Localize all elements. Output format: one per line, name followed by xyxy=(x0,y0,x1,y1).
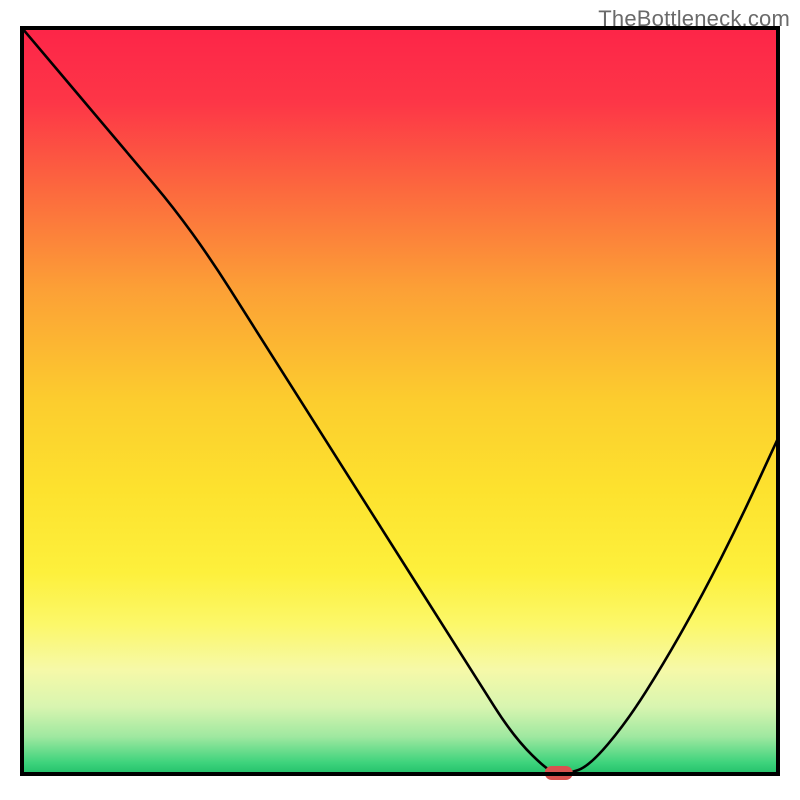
watermark-text: TheBottleneck.com xyxy=(598,6,790,32)
bottleneck-chart: TheBottleneck.com xyxy=(0,0,800,800)
chart-svg xyxy=(0,0,800,800)
